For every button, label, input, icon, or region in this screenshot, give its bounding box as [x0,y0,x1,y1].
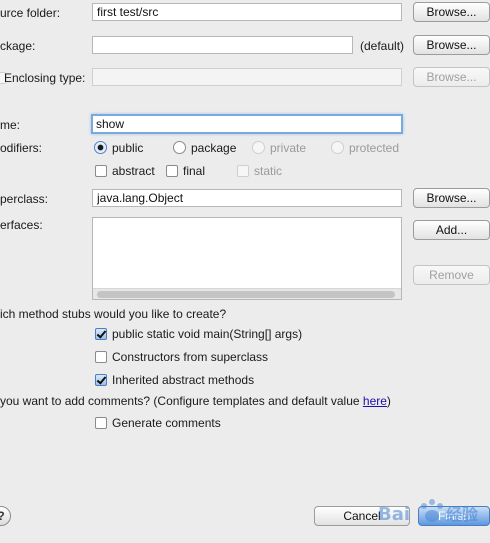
interfaces-add-button[interactable]: Add... [413,220,490,240]
source-folder-label: urce folder: [0,6,61,20]
generate-comments-checkbox[interactable] [95,417,107,429]
svg-text:经验: 经验 [446,505,479,524]
package-label: ckage: [0,39,36,53]
stub-main-label: public static void main(String[] args) [112,327,303,341]
stub-inherited-label: Inherited abstract methods [112,373,255,387]
modifier-protected-label: protected [349,141,400,155]
package-input[interactable] [92,36,353,54]
source-folder-input[interactable] [92,3,402,21]
modifier-public-label: public [112,141,144,155]
interfaces-list[interactable] [92,217,402,300]
comments-question-text: you want to add comments? (Configure tem… [0,394,363,408]
name-input[interactable] [91,114,403,134]
stub-constructors-checkbox[interactable] [95,351,107,363]
interfaces-scrollbar-thumb[interactable] [97,291,395,298]
modifier-abstract-checkbox[interactable] [95,165,107,177]
modifier-protected-radio[interactable] [331,141,344,154]
stub-constructors-label: Constructors from superclass [112,350,269,364]
source-folder-browse-button[interactable]: Browse... [413,2,490,22]
superclass-label: perclass: [0,192,49,206]
modifier-final-label: final [183,164,206,178]
watermark-logo-icon: Bai 经验 [378,499,479,525]
help-icon[interactable]: ? [0,506,11,526]
enclosing-type-input[interactable] [92,68,402,86]
generate-comments-label: Generate comments [112,416,221,430]
stub-main-checkbox[interactable] [95,328,107,340]
package-default-hint: (default) [360,39,405,53]
svg-text:Bai: Bai [378,504,410,525]
superclass-input[interactable] [92,189,402,207]
modifier-static-checkbox[interactable] [237,165,249,177]
interfaces-remove-button[interactable]: Remove [413,265,490,285]
interfaces-horizontal-scrollbar[interactable] [93,288,401,299]
modifier-static-label: static [254,164,283,178]
modifier-private-radio[interactable] [252,141,265,154]
modifiers-label: odifiers: [0,141,43,155]
superclass-browse-button[interactable]: Browse... [413,188,490,208]
modifier-private-label: private [270,141,307,155]
baidu-jingyan-watermark: Bai 经验 [376,496,488,541]
comments-question: you want to add comments? (Configure tem… [0,394,391,408]
enclosing-type-label: Enclosing type: [4,71,86,85]
method-stubs-question: ich method stubs would you like to creat… [0,307,227,321]
modifier-abstract-label: abstract [112,164,155,178]
modifier-package-radio[interactable] [173,141,186,154]
configure-templates-link[interactable]: here [363,394,387,408]
modifier-public-radio[interactable] [94,141,107,154]
package-browse-button[interactable]: Browse... [413,35,490,55]
comments-close-paren: ) [386,394,391,408]
modifier-final-checkbox[interactable] [166,165,178,177]
modifier-package-label: package [191,141,237,155]
enclosing-type-browse-button[interactable]: Browse... [413,67,490,87]
name-label: me: [0,118,21,132]
interfaces-label: erfaces: [0,218,43,232]
stub-inherited-checkbox[interactable] [95,374,107,386]
